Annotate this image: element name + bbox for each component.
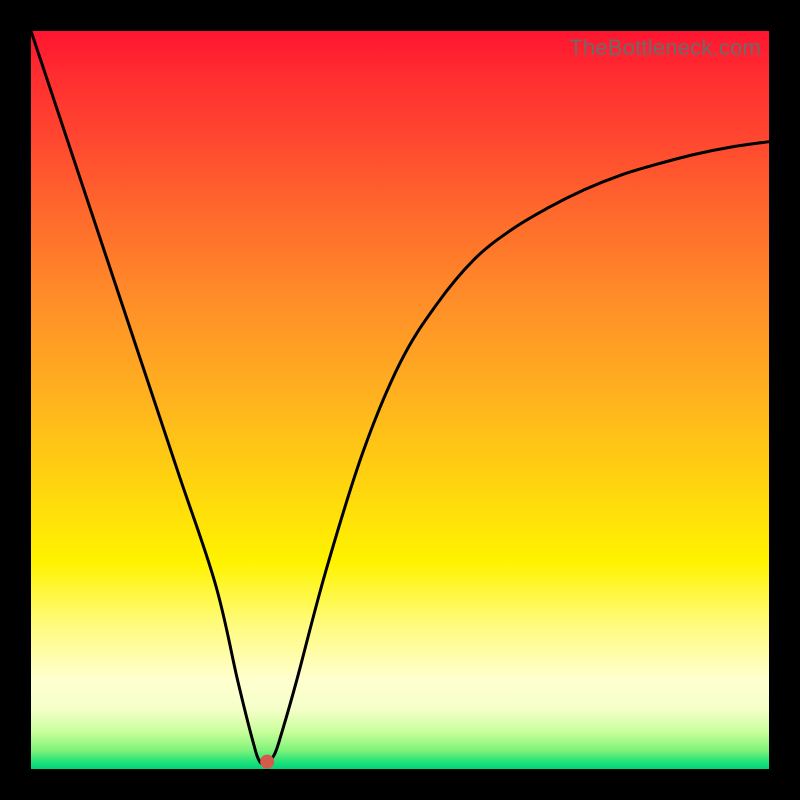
minimum-marker	[260, 755, 274, 769]
curve-path	[31, 31, 769, 764]
chart-frame: TheBottleneck.com	[0, 0, 800, 800]
bottleneck-curve	[31, 31, 769, 769]
plot-area: TheBottleneck.com	[31, 31, 769, 769]
